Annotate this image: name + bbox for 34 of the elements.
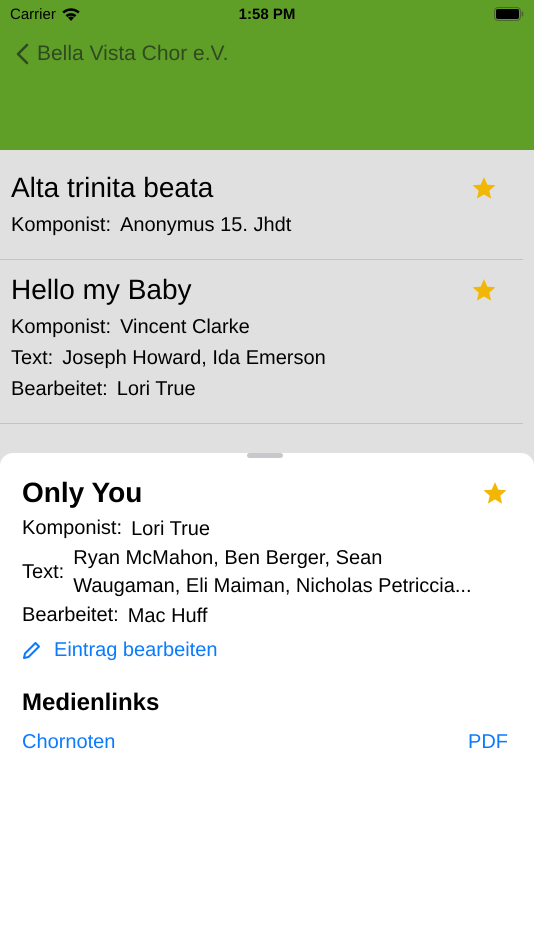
chevron-icon: [16, 43, 29, 65]
detail-title: Only You: [22, 476, 144, 510]
credit-label: Komponist:: [11, 315, 112, 340]
credit-label: Bearbeitet:: [11, 377, 108, 402]
battery-icon: [494, 7, 524, 21]
credit-value: Mac Huff: [128, 604, 208, 628]
edit-link[interactable]: Eintrag bearbeiten: [22, 635, 218, 665]
carrier-label: Carrier: [10, 6, 56, 22]
star-icon[interactable]: [471, 277, 497, 303]
section-heading: Medienlinks: [22, 688, 160, 718]
credit-value: Joseph Howard, Ida Emerson: [62, 346, 326, 371]
star-icon[interactable]: [471, 175, 497, 201]
status-time: 1:58 PM: [238, 6, 296, 22]
media-link[interactable]: PDF: [468, 728, 508, 756]
back-button[interactable]: Bella Vista Chor e.V.: [16, 42, 228, 66]
credit-value: Anonymus 15. Jhdt: [120, 213, 292, 238]
song-title: Hello my Baby: [11, 273, 193, 307]
credit-label: Bearbeitet:: [22, 603, 119, 628]
sheet-handle[interactable]: [247, 453, 283, 458]
media-link[interactable]: Chornoten: [22, 728, 116, 756]
credit-label: Text:: [11, 346, 54, 371]
song-row[interactable]: Alta trinita beata Komponist: Anonymus 15. Jhdt: [0, 158, 523, 260]
credit-value: Vincent Clarke: [120, 315, 250, 340]
credit-label: Komponist:: [22, 516, 122, 541]
credit-value: Ryan McMahon, Ben Berger, Sean Waugaman, Eli Maiman, Nicholas Petriccia...: [73, 546, 473, 599]
pencil-icon: [22, 640, 42, 660]
star-icon[interactable]: [482, 480, 508, 506]
credit-value: Lori True: [131, 516, 210, 542]
wifi-icon: [60, 6, 81, 22]
credit-value: Lori True: [116, 377, 196, 402]
song-row[interactable]: Hello my Baby Komponist: Vincent Clarke Text: Joseph Howard, Ida Emerson Bearbeitet: Lori True: [0, 260, 523, 424]
credit-label: Text:: [22, 560, 64, 584]
credit-label: Komponist:: [11, 213, 112, 238]
song-title: Alta trinita beata: [11, 171, 214, 205]
